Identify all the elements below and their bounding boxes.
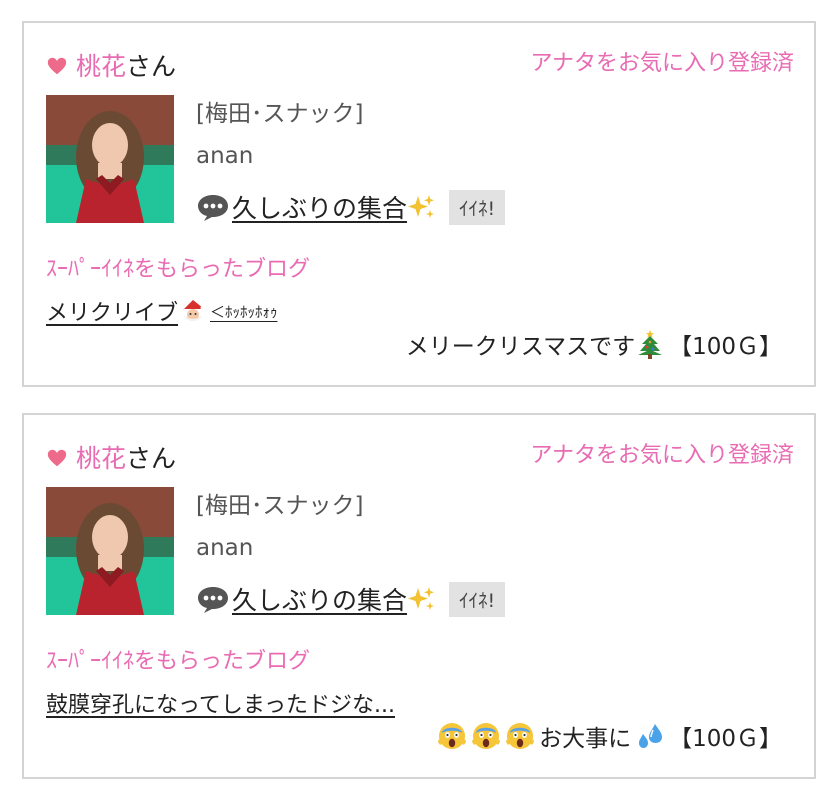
post-title-link[interactable]: メリクリイブ ＜ﾎｯﾎｯﾎｫｩ bbox=[46, 295, 278, 327]
post-title-tail: ＜ﾎｯﾎｯﾎｫｩ bbox=[210, 302, 278, 321]
user-name[interactable]: 桃花 bbox=[76, 439, 126, 475]
user-name-row[interactable]: 桃花 さん bbox=[46, 47, 176, 83]
blog-line: 久しぶりの集合 ｲｲﾈ! bbox=[196, 581, 506, 617]
heart-icon bbox=[46, 54, 68, 76]
comment-row: メリークリスマスです 【100Ｇ】 bbox=[406, 327, 782, 361]
user-info: [梅田･スナック] anan bbox=[196, 99, 363, 171]
like-button[interactable]: ｲｲﾈ! bbox=[449, 581, 506, 617]
speech-bubble-icon bbox=[196, 192, 230, 222]
screaming-face-icon bbox=[471, 721, 501, 751]
super-like-card: 桃花 さん アナタをお気に入り登録済 [梅田･スナック] anan 久しぶりの集合… bbox=[22, 413, 816, 779]
super-like-label: ｽｰﾊﾟｰｲｲﾈをもらったブログ bbox=[46, 649, 311, 674]
comment-row: お大事に 【100Ｇ】 bbox=[437, 719, 782, 753]
shop-label: [梅田･スナック] bbox=[196, 101, 364, 127]
user-info: [梅田･スナック] anan bbox=[196, 491, 363, 563]
post-title-text: メリクリイブ bbox=[46, 301, 179, 326]
name-suffix: さん bbox=[126, 52, 177, 81]
username: anan bbox=[196, 143, 254, 169]
blog-title-text: 久しぶりの集合 bbox=[232, 586, 408, 615]
like-button[interactable]: ｲｲﾈ! bbox=[449, 189, 506, 225]
super-like-label: ｽｰﾊﾟｰｲｲﾈをもらったブログ bbox=[46, 257, 311, 282]
heart-icon bbox=[46, 446, 68, 468]
comment-text: メリークリスマスです bbox=[405, 334, 636, 360]
sparkles-icon bbox=[407, 585, 437, 613]
post-title-text: 鼓膜穿孔になってしまったドジな... bbox=[46, 693, 396, 718]
points-label: 【100Ｇ】 bbox=[669, 726, 782, 752]
blog-line: 久しぶりの集合 ｲｲﾈ! bbox=[196, 189, 506, 225]
screaming-face-icon bbox=[505, 721, 535, 751]
sparkles-icon bbox=[407, 193, 437, 221]
user-name[interactable]: 桃花 bbox=[76, 47, 126, 83]
blog-title-link[interactable]: 久しぶりの集合 bbox=[232, 189, 437, 225]
user-avatar[interactable] bbox=[46, 95, 174, 223]
favorite-status: アナタをお気に入り登録済 bbox=[530, 443, 794, 468]
blog-title-link[interactable]: 久しぶりの集合 bbox=[232, 581, 437, 617]
speech-bubble-icon bbox=[196, 584, 230, 614]
favorite-status: アナタをお気に入り登録済 bbox=[530, 51, 794, 76]
points-label: 【100Ｇ】 bbox=[669, 334, 782, 360]
user-name-row[interactable]: 桃花 さん bbox=[46, 439, 176, 475]
comment-text: お大事に bbox=[539, 726, 632, 752]
post-title-link[interactable]: 鼓膜穿孔になってしまったドジな... bbox=[46, 687, 395, 719]
name-suffix: さん bbox=[126, 444, 177, 473]
screaming-face-icon bbox=[437, 721, 467, 751]
super-like-card: 桃花 さん アナタをお気に入り登録済 [梅田･スナック] anan 久しぶりの集合… bbox=[22, 21, 816, 387]
santa-icon bbox=[180, 298, 206, 324]
christmas-tree-icon bbox=[637, 329, 663, 359]
shop-label: [梅田･スナック] bbox=[196, 493, 364, 519]
sweat-droplets-icon bbox=[635, 722, 665, 750]
user-avatar[interactable] bbox=[46, 487, 174, 615]
blog-title-text: 久しぶりの集合 bbox=[232, 194, 408, 223]
username: anan bbox=[196, 535, 254, 561]
